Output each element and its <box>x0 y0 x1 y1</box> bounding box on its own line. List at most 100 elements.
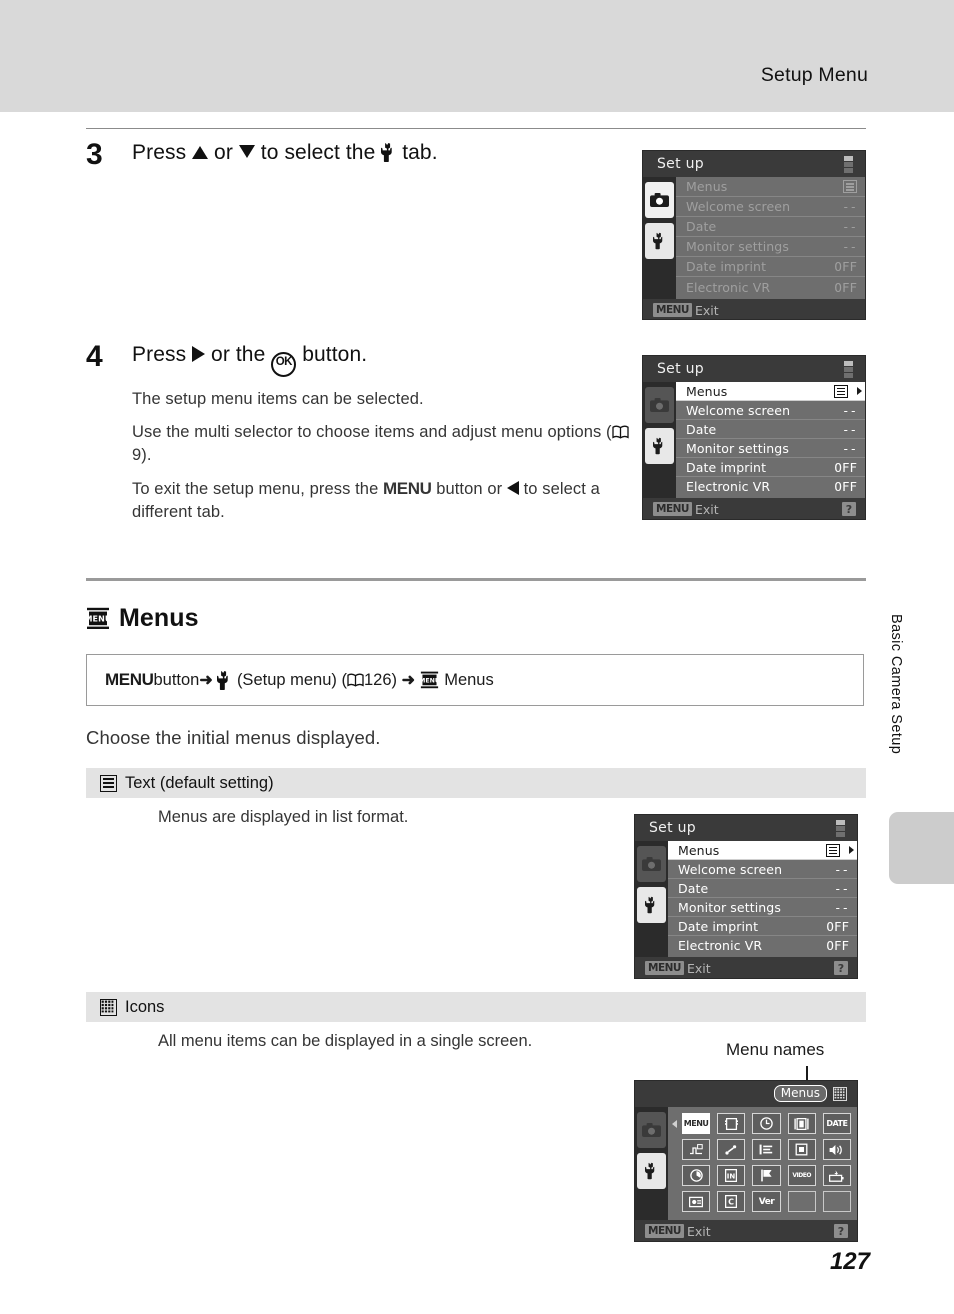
grid-cell-sound-settings-icon[interactable] <box>787 1139 816 1160</box>
tab-shooting-menu[interactable] <box>637 1112 666 1148</box>
menu-row-date[interactable]: Date -- <box>676 420 865 439</box>
grid-cell-date-imprint-icon[interactable]: DATE <box>822 1113 851 1134</box>
lcd-title: Set up <box>657 156 704 172</box>
menu-row-date-imprint[interactable]: Date imprint OFF <box>676 458 865 477</box>
scroll-indicator-icon <box>836 820 845 837</box>
step-4-para-1: The setup menu items can be selected. <box>132 390 424 408</box>
grid-cell-welcome-screen-icon[interactable] <box>717 1113 746 1134</box>
grid-cell-firmware-version-icon[interactable]: Ver <box>752 1191 781 1212</box>
grid-cell-auto-off-icon[interactable] <box>682 1165 711 1186</box>
section-heading-label: Menus <box>119 604 199 632</box>
menu-row-label: Welcome screen <box>678 861 783 877</box>
menu-row-menus[interactable]: Menus <box>676 382 865 401</box>
menu-row-label: Menus <box>686 179 728 194</box>
step-4-text-post: button. <box>296 343 368 366</box>
grid-cell-format-memory-icon[interactable]: IN <box>717 1165 746 1186</box>
tab-setup-menu[interactable] <box>645 428 674 464</box>
tab-shooting-menu[interactable] <box>645 182 674 218</box>
menu-row-value: -- <box>833 880 849 896</box>
menu-button-chip: MENU <box>645 1224 684 1238</box>
lcd-title: Set up <box>657 361 704 377</box>
menu-row-monitor-settings[interactable]: Monitor settings -- <box>676 237 865 257</box>
menu-row-label: Date <box>686 219 717 234</box>
lcd-body: Menus Welcome screen -- Date -- Monitor … <box>643 382 865 498</box>
grid-cell-blank-2 <box>822 1191 851 1212</box>
menu-row-date[interactable]: Date -- <box>676 217 865 237</box>
grid-cell-motion-detection-icon[interactable] <box>682 1139 711 1160</box>
lcd-titlebar: Menus <box>635 1081 857 1107</box>
grid-cell-af-assist-icon[interactable] <box>717 1139 746 1160</box>
list-icon <box>100 774 117 792</box>
menu-row-monitor-settings[interactable]: Monitor settings -- <box>668 898 857 917</box>
tab-setup-menu[interactable] <box>637 1153 666 1189</box>
menu-row-welcome-screen[interactable]: Welcome screen -- <box>668 860 857 879</box>
firmware-version-icon: Ver <box>758 1196 775 1207</box>
tab-shooting-menu[interactable] <box>645 387 674 423</box>
menu-row-label: Date imprint <box>686 459 767 475</box>
lcd-body: Menus Welcome screen -- Date -- Monitor … <box>635 841 857 957</box>
menu-row-value: -- <box>841 199 857 214</box>
grid-cell-date-icon[interactable] <box>752 1113 781 1134</box>
icon-grid-rows: MENU DATE IN VIDEO C Ver <box>682 1113 851 1212</box>
help-icon[interactable]: ? <box>834 961 848 975</box>
grid-cell-blank-1 <box>787 1191 816 1212</box>
menu-row-electronic-vr[interactable]: Electronic VR OFF <box>676 277 865 297</box>
grid-cell-monitor-settings-icon[interactable] <box>787 1113 816 1134</box>
menu-row-value: OFF <box>834 279 857 295</box>
book-reference-icon <box>347 673 364 687</box>
menu-row-electronic-vr[interactable]: Electronic VR OFF <box>668 936 857 955</box>
help-icon[interactable]: ? <box>842 502 856 516</box>
grid-cell-eye-fi-upload-icon[interactable]: C <box>717 1191 746 1212</box>
menu-row-date-imprint[interactable]: Date imprint OFF <box>668 917 857 936</box>
step-3-text-pre: Press <box>132 141 193 164</box>
option-bar-text: Text (default setting) <box>86 768 866 798</box>
lcd-tab-column <box>643 177 676 299</box>
lcd-screen-icon-mode: Menus MENU DATE IN VIDEO C Ver MENU Exit… <box>634 1080 858 1242</box>
menu-row-value: -- <box>841 421 857 437</box>
option-label-text: Text (default setting) <box>125 773 274 792</box>
menu-row-label: Date <box>678 880 709 896</box>
lcd-menu-list: Menus Welcome screen -- Date -- Monitor … <box>676 177 865 299</box>
tab-setup-menu[interactable] <box>637 887 666 923</box>
grid-icon <box>100 998 117 1016</box>
lcd-footer: MENU Exit ? <box>635 1220 857 1241</box>
step-4-para-2-pageref: 9). <box>132 445 152 464</box>
grid-cell-menus-icon[interactable]: MENU <box>682 1113 711 1134</box>
help-icon[interactable]: ? <box>834 1224 848 1238</box>
menu-row-menus[interactable]: Menus <box>676 177 865 197</box>
option-description-text: Menus are displayed in list format. <box>158 808 409 826</box>
menu-row-monitor-settings[interactable]: Monitor settings -- <box>676 439 865 458</box>
list-icon <box>843 180 857 193</box>
menu-row-label: Date imprint <box>686 259 767 274</box>
menu-row-date[interactable]: Date -- <box>668 879 857 898</box>
menu-row-welcome-screen[interactable]: Welcome screen -- <box>676 401 865 420</box>
grid-cell-language-icon[interactable] <box>752 1165 781 1186</box>
grid-cell-video-mode-icon[interactable]: VIDEO <box>787 1165 816 1186</box>
page-header: Setup Menu <box>0 0 954 112</box>
side-tab-label: Basic Camera Setup <box>888 614 904 755</box>
grid-cell-charge-by-computer-icon[interactable] <box>822 1165 851 1186</box>
divider-section <box>86 578 866 581</box>
grid-cell-blink-warning-icon[interactable] <box>682 1191 711 1212</box>
exit-label: Exit <box>686 1223 711 1239</box>
grid-cell-volume-icon[interactable] <box>822 1139 851 1160</box>
menu-row-welcome-screen[interactable]: Welcome screen -- <box>676 197 865 217</box>
menu-row-label: Monitor settings <box>686 239 789 254</box>
tab-setup-menu[interactable] <box>645 223 674 259</box>
lcd-footer: MENU Exit ? <box>643 498 865 519</box>
option-label-icons: Icons <box>125 997 165 1016</box>
lcd-screen-step4: Set up Menus Welcome screen -- Date -- M… <box>642 355 866 520</box>
tab-shooting-menu[interactable] <box>637 846 666 882</box>
chevron-right-icon <box>857 387 862 395</box>
page-number: 127 <box>829 1248 870 1275</box>
menu-row-date-imprint[interactable]: Date imprint OFF <box>676 257 865 277</box>
exit-label: Exit <box>694 501 719 517</box>
menu-row-electronic-vr[interactable]: Electronic VR OFF <box>676 477 865 496</box>
path-button-word: button <box>153 670 200 689</box>
step-3-number: 3 <box>86 138 103 171</box>
grid-icon <box>833 1087 847 1101</box>
grid-cell-digital-zoom-icon[interactable] <box>752 1139 781 1160</box>
path-setup-menu-text: (Setup menu) ( <box>236 670 347 689</box>
arrow-down-icon <box>238 145 255 158</box>
menu-row-menus[interactable]: Menus <box>668 841 857 860</box>
